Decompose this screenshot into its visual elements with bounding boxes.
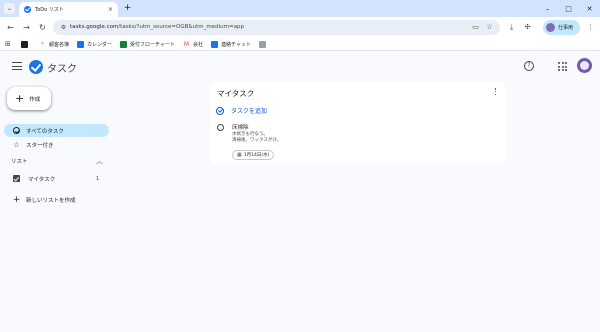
gmail-icon: M (183, 40, 190, 48)
app-title: タスク (47, 64, 77, 75)
address-bar[interactable]: ⚙ tasks.google.com/tasks/?utm_source=OGB… (53, 20, 500, 35)
calendar-icon: ▦ (237, 152, 242, 158)
task-notes: 水拭きも行なう。 清掃後、ワックスがけ。 (232, 132, 282, 143)
profile-label: 仕事用 (558, 25, 574, 31)
apps-grid-icon[interactable]: ⊞ (5, 40, 13, 48)
tab-search-button[interactable]: ⌄ (4, 3, 15, 14)
add-task-button[interactable]: タスクを追加 (216, 106, 267, 115)
task-title[interactable]: 床掃除 (232, 123, 249, 131)
plus-icon: + (12, 194, 21, 205)
extensions-icon[interactable]: ✣ (522, 22, 533, 33)
bookmark-item[interactable]: 連絡チャット (211, 40, 251, 48)
browser-tab-strip: ⌄ ToDo リスト × + – □ ✕ (0, 0, 600, 17)
nav-starred[interactable]: ☆ スター付き (4, 138, 109, 151)
tasks-favicon-icon (24, 6, 31, 13)
bookmark-item[interactable]: ✧ 顧客名簿 (39, 41, 69, 48)
create-new-list[interactable]: + 新しいリストを作成 (4, 193, 109, 206)
tasks-app: タスク ? + 作成 すべてのタスク ☆ スター付き リスト ︿ マイタスク 1… (0, 52, 600, 332)
close-window-button[interactable]: ✕ (579, 0, 600, 17)
chevron-up-icon[interactable]: ︿ (96, 156, 103, 166)
bookmark-item[interactable]: M 会社 (183, 41, 203, 48)
calendar-icon (77, 40, 85, 48)
bookmark-star-icon[interactable]: ☆ (485, 23, 494, 32)
cast-icon[interactable]: ▭ (471, 23, 480, 32)
task-due-date-chip[interactable]: ▦ 1月14日(水) (232, 150, 275, 160)
add-task-check-icon (216, 106, 224, 115)
profile-avatar (546, 23, 555, 32)
browser-menu-icon[interactable]: ⋮ (585, 22, 596, 33)
task-list-card: マイタスク タスクを追加 床掃除 水拭きも行なう。 清掃後、ワックスがけ。 ▦ … (210, 82, 506, 165)
forward-button[interactable]: → (21, 22, 32, 33)
nav-all-tasks[interactable]: すべてのタスク (4, 124, 109, 137)
star-icon: ☆ (13, 140, 20, 149)
back-button[interactable]: ← (5, 22, 16, 33)
more-options-icon[interactable] (493, 88, 498, 98)
dark-square-icon (21, 40, 28, 48)
main-menu-icon[interactable] (12, 62, 22, 70)
create-button[interactable]: + 作成 (7, 87, 51, 110)
bookmarks-bar: ⊞ ✧ 顧客名簿 カレンダー 受付フローチャート M 会社 連絡チャット (0, 38, 600, 51)
reload-button[interactable]: ↻ (37, 22, 48, 33)
help-icon[interactable]: ? (524, 61, 534, 71)
site-info-icon[interactable]: ⚙ (59, 23, 68, 32)
plus-icon: + (15, 92, 25, 105)
list-item-my-tasks[interactable]: マイタスク 1 (4, 172, 109, 185)
card-title: マイタスク (217, 89, 255, 98)
list-count: 1 (95, 175, 99, 182)
close-tab-icon[interactable]: × (108, 6, 113, 13)
tasks-logo-icon (29, 60, 43, 74)
sparkle-icon: ✧ (40, 40, 45, 47)
chat-icon (211, 40, 218, 48)
profile-button[interactable]: 仕事用 (543, 20, 580, 35)
bookmark-item[interactable] (21, 40, 31, 48)
image-icon (258, 40, 266, 48)
task-complete-radio[interactable] (217, 124, 224, 131)
download-icon[interactable]: ⤓ (506, 22, 517, 33)
new-tab-button[interactable]: + (122, 3, 133, 14)
browser-tab-active[interactable]: ToDo リスト × (19, 2, 118, 17)
account-avatar[interactable] (577, 58, 592, 73)
create-label: 作成 (29, 96, 41, 103)
bookmark-item[interactable] (258, 40, 269, 48)
chevron-down-icon: ⌄ (6, 5, 13, 12)
window-controls: – □ ✕ (537, 0, 600, 17)
bookmark-item[interactable]: 受付フローチャート (120, 40, 175, 48)
checkbox-checked-icon[interactable] (13, 175, 20, 182)
google-apps-icon[interactable] (558, 62, 567, 71)
task-circle-check-icon (13, 127, 20, 134)
address-url: tasks.google.com/tasks/?utm_source=OGB&u… (70, 24, 244, 30)
lists-section-header[interactable]: リスト ︿ (11, 156, 103, 166)
sheets-icon (120, 40, 128, 48)
maximize-button[interactable]: □ (558, 0, 579, 17)
bookmark-item[interactable]: カレンダー (77, 40, 112, 48)
browser-toolbar: ← → ↻ ⚙ tasks.google.com/tasks/?utm_sour… (0, 17, 600, 38)
minimize-button[interactable]: – (537, 0, 558, 17)
tab-title: ToDo リスト (35, 7, 64, 13)
